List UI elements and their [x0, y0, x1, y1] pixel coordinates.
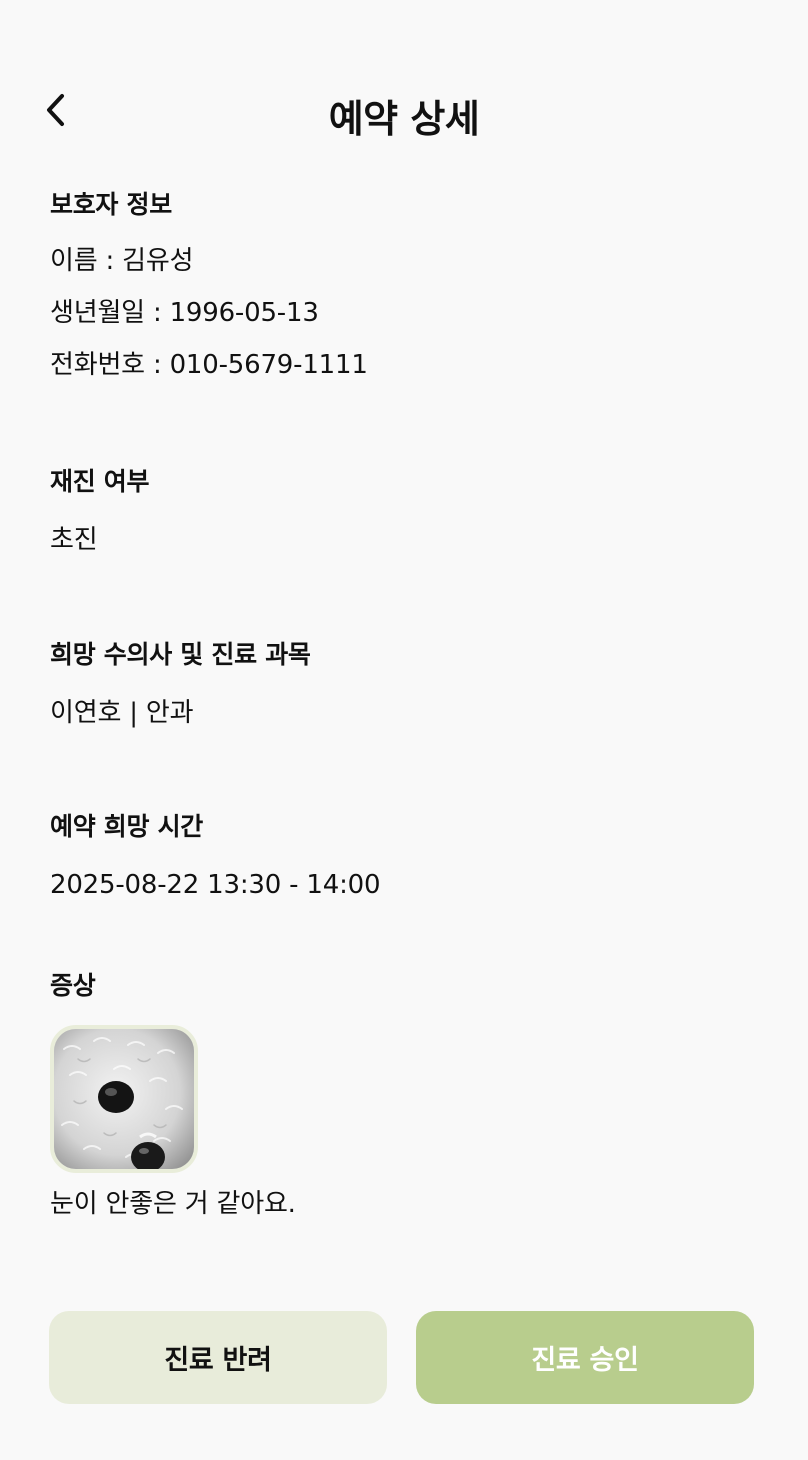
revisit-value: 초진: [50, 525, 98, 555]
header: 예약 상세: [0, 78, 808, 142]
schedule-section: 예약 희망 시간 2025-08-22 13:30 - 14:00: [50, 812, 750, 902]
vet-title: 희망 수의사 및 진료 과목: [50, 640, 311, 669]
schedule-value: 2025-08-22 13:30 - 14:00: [50, 870, 381, 900]
vet-value: 이연호 | 안과: [50, 698, 194, 728]
guardian-info-section: 보호자 정보 이름 : 김유성 생년월일 : 1996-05-13 전화번호 :…: [50, 190, 750, 382]
vet-section: 희망 수의사 및 진료 과목 이연호 | 안과: [50, 640, 750, 730]
guardian-birth: 생년월일 : 1996-05-13: [50, 298, 319, 328]
symptom-section: 증상 눈이 안좋은 거 같아요.: [50, 971, 750, 1221]
guardian-info-title: 보호자 정보: [50, 190, 172, 219]
approve-button[interactable]: 진료 승인: [416, 1311, 754, 1404]
schedule-title: 예약 희망 시간: [50, 812, 204, 841]
reject-button[interactable]: 진료 반려: [49, 1311, 387, 1404]
revisit-title: 재진 여부: [50, 467, 150, 496]
page-title: 예약 상세: [328, 97, 480, 141]
guardian-phone: 전화번호 : 010-5679-1111: [50, 350, 368, 380]
symptom-description: 눈이 안좋은 거 같아요.: [50, 1189, 296, 1219]
revisit-section: 재진 여부 초진: [50, 467, 750, 557]
symptom-title: 증상: [50, 971, 96, 1000]
guardian-name: 이름 : 김유성: [50, 246, 194, 276]
symptom-photo[interactable]: [50, 1025, 198, 1173]
